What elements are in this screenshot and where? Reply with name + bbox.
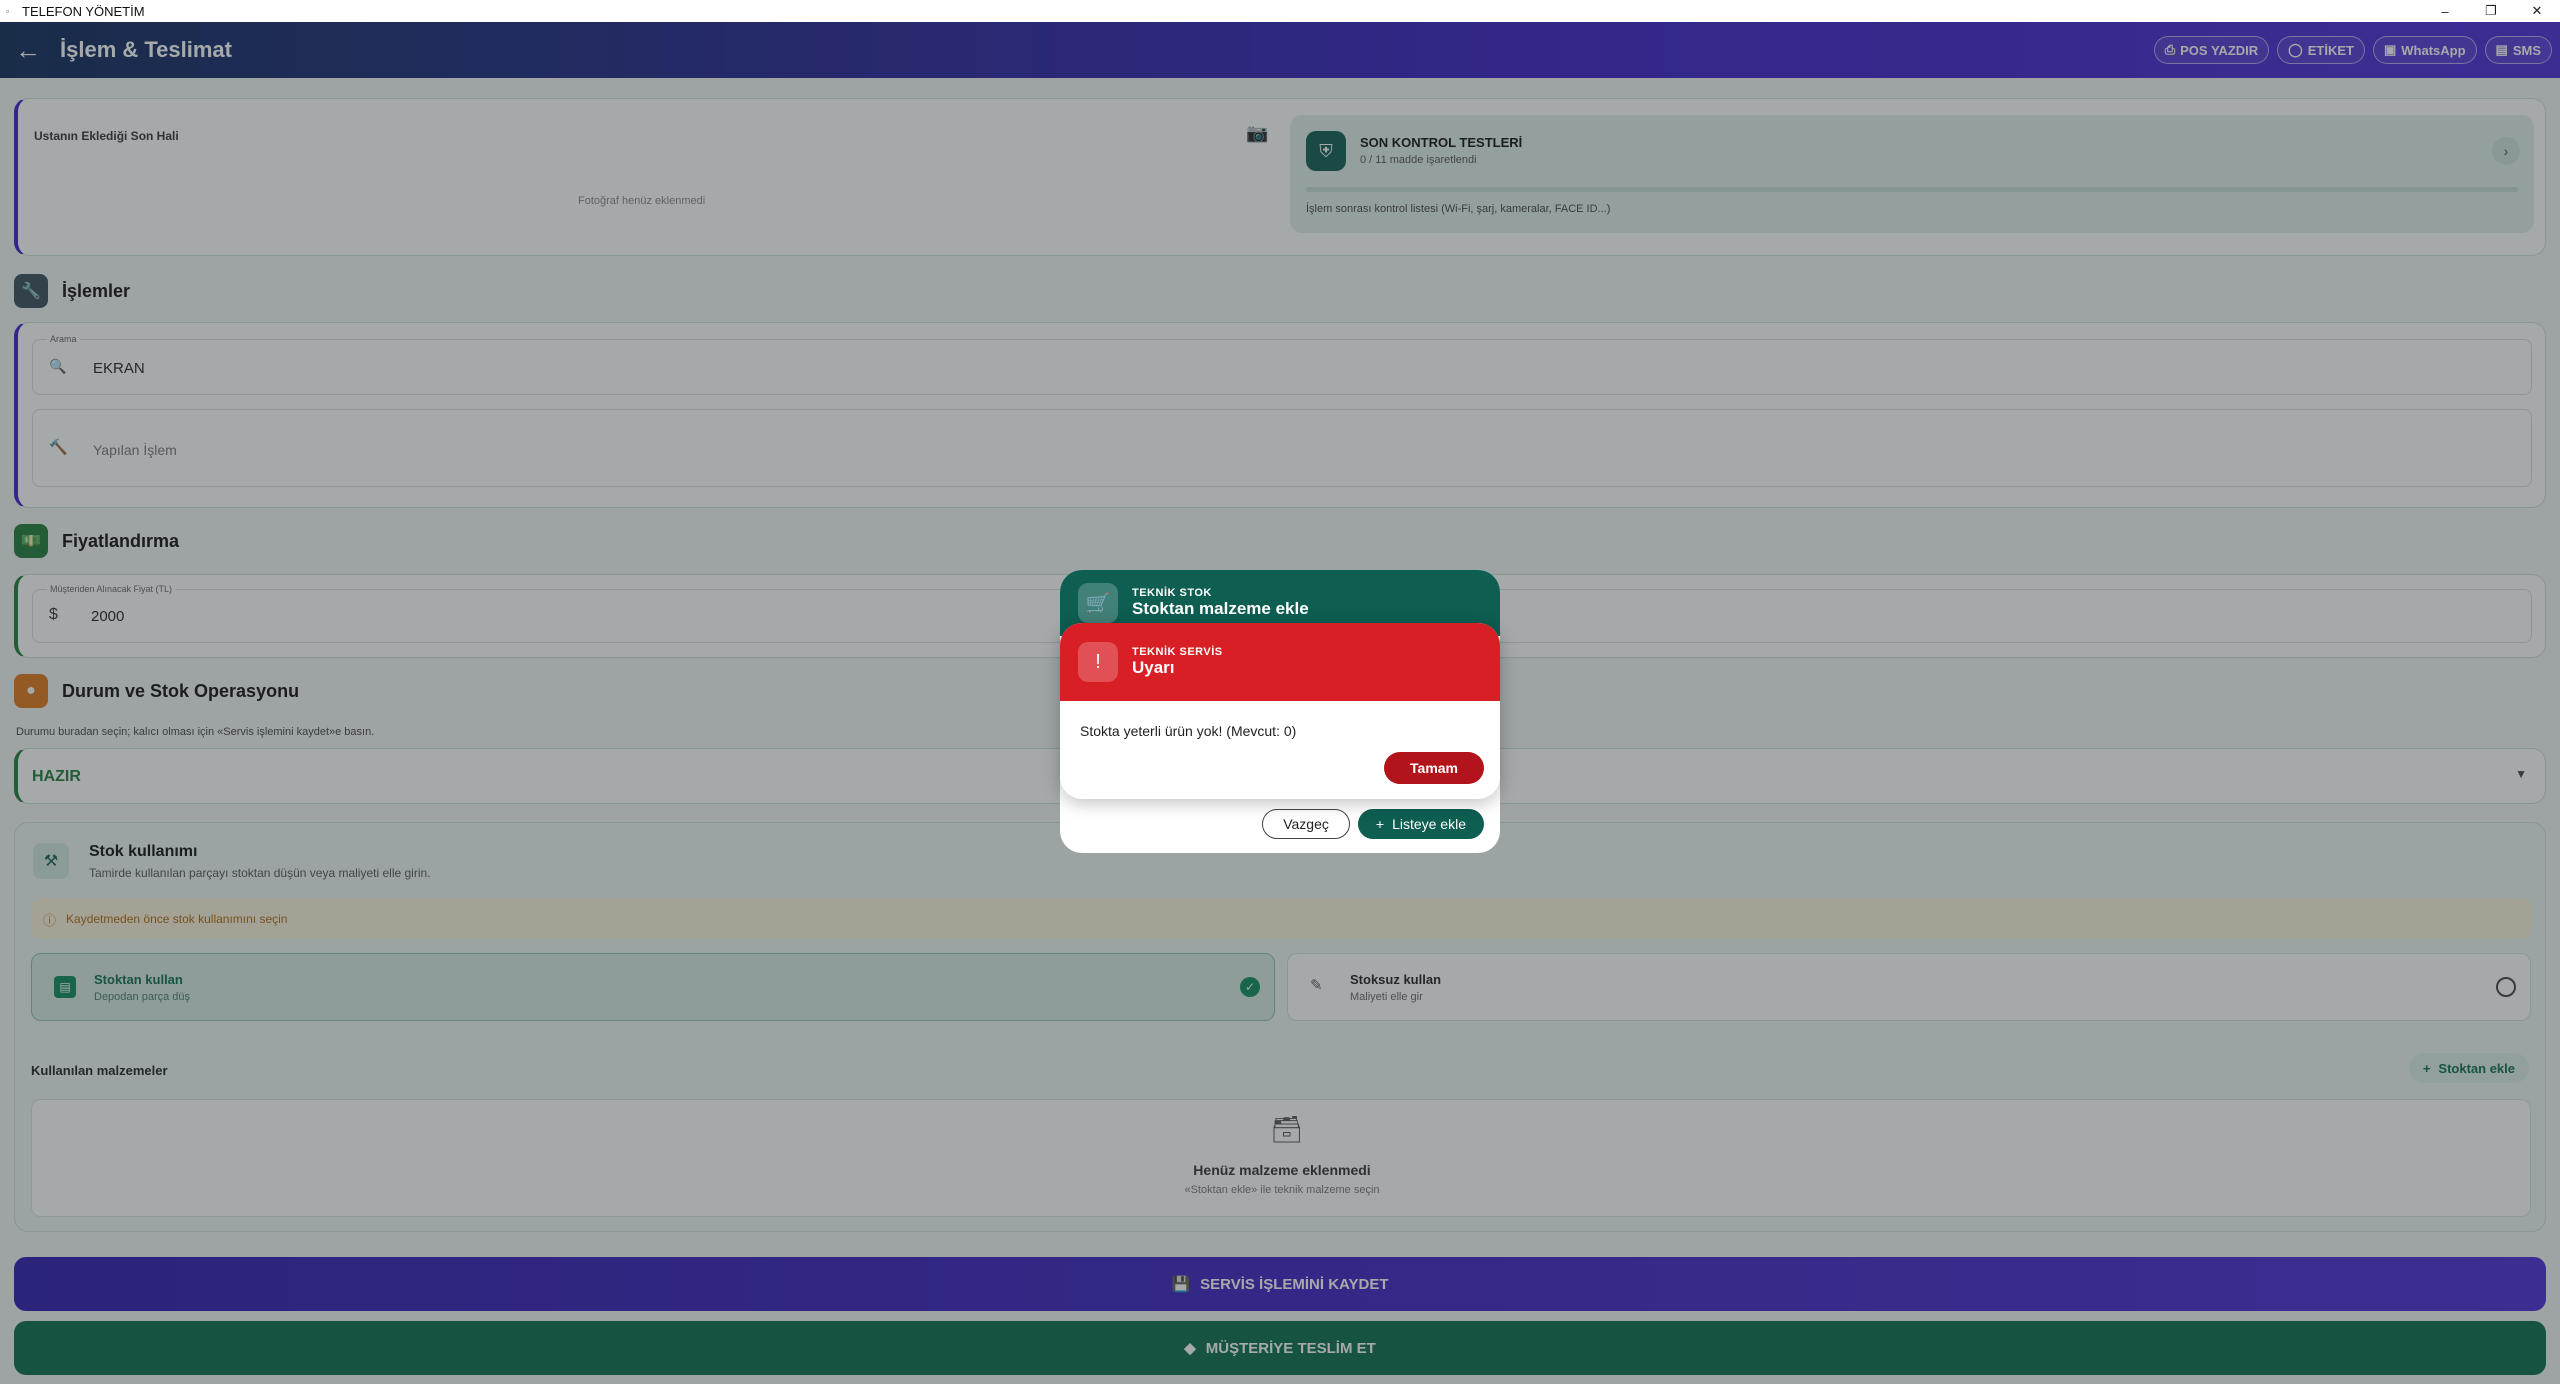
plus-icon: + xyxy=(1375,816,1385,832)
window-title: TELEFON YÖNETİM xyxy=(22,3,145,19)
warning-message: Stokta yeterli ürün yok! (Mevcut: 0) xyxy=(1080,723,1297,739)
minimize-icon[interactable]: – xyxy=(2422,0,2468,22)
cancel-button[interactable]: Vazgeç xyxy=(1262,809,1350,839)
window-titlebar: ▫ TELEFON YÖNETİM – ❐ ✕ xyxy=(0,0,2560,22)
warning-dialog-subtitle: TEKNİK SERVİS xyxy=(1132,646,1223,658)
app-icon: ▫ xyxy=(6,6,10,16)
add-to-list-button[interactable]: + Listeye ekle xyxy=(1357,809,1484,839)
restore-icon[interactable]: ❐ xyxy=(2468,0,2514,22)
close-icon[interactable]: ✕ xyxy=(2514,0,2560,22)
alert-circle-icon: ! xyxy=(1078,642,1118,682)
warning-dialog-title: Uyarı xyxy=(1132,658,1175,677)
stock-dialog-title: Stoktan malzeme ekle xyxy=(1132,599,1309,618)
warning-dialog: ! TEKNİK SERVİS Uyarı Stokta yeterli ürü… xyxy=(1060,623,1500,799)
cart-icon: 🛒 xyxy=(1078,583,1118,623)
ok-button[interactable]: Tamam xyxy=(1384,752,1484,784)
stock-dialog-subtitle: TEKNİK STOK xyxy=(1132,587,1212,599)
